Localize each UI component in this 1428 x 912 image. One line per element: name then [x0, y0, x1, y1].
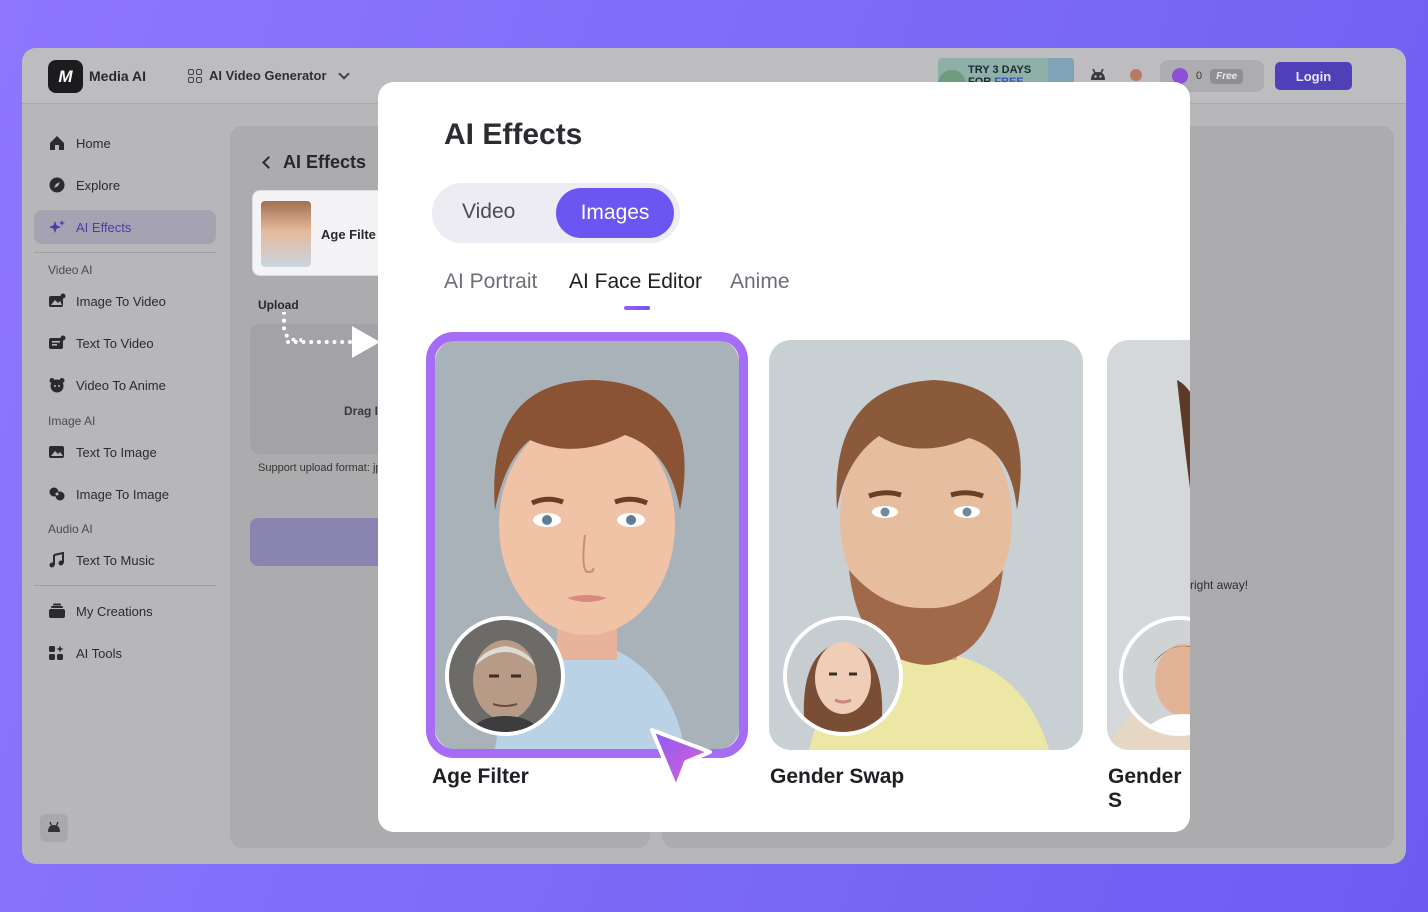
back-arrow-icon[interactable] [262, 156, 275, 169]
selected-card-highlight [426, 332, 748, 758]
sidebar-item-label: AI Tools [76, 645, 123, 661]
sidebar-item-text-to-image[interactable]: Text To Image [34, 435, 216, 469]
sparkle-icon [49, 220, 65, 233]
card-label-gender-swap: Gender Swap [770, 765, 905, 788]
sidebar-item-label: Video To Anime [76, 377, 166, 393]
sidebar-divider [34, 252, 216, 253]
section-label-audio-ai: Audio AI [48, 522, 93, 536]
grid-icon [188, 68, 202, 83]
sidebar-item-label: Text To Music [76, 552, 155, 568]
text-image-icon [49, 446, 64, 458]
segment-images[interactable]: Images [556, 188, 674, 238]
music-icon [49, 552, 64, 568]
card-label-age-filter: Age Filter [432, 765, 529, 788]
tools-icon [49, 645, 64, 660]
card-label-gender-swap-2: Gender S [1108, 765, 1182, 812]
modal-title: AI Effects [444, 118, 583, 151]
notification-icon[interactable] [1130, 69, 1142, 81]
section-label-image-ai: Image AI [48, 414, 96, 428]
compass-icon [49, 177, 65, 193]
pointer-cursor-icon [650, 728, 712, 790]
text-video-icon [49, 335, 66, 349]
plan-badge: Free [1210, 68, 1244, 84]
creations-icon [49, 603, 65, 618]
tab-anime[interactable]: Anime [730, 270, 790, 294]
sidebar-item-label: Home [76, 135, 111, 151]
selected-effect-name: Age Filte [321, 227, 376, 242]
segment-video[interactable]: Video [462, 200, 515, 224]
panel-title: AI Effects [283, 152, 367, 172]
sidebar-item-image-to-image[interactable]: Image To Image [34, 477, 216, 511]
anime-icon [49, 378, 65, 393]
upload-label: Upload [258, 298, 299, 312]
app-logo[interactable]: M [48, 60, 83, 93]
effect-thumbnail [261, 201, 311, 267]
chevron-down-icon [337, 67, 350, 80]
sidebar-item-label: My Creations [76, 603, 153, 619]
image-video-icon [49, 293, 66, 307]
sidebar-item-video-to-anime[interactable]: Video To Anime [34, 368, 216, 402]
sidebar-item-label: Text To Image [76, 444, 157, 460]
media-type-switch: Video Images [432, 183, 680, 243]
home-icon [50, 136, 64, 150]
female-result-avatar [783, 616, 903, 736]
credit-count: 0 [1196, 70, 1203, 82]
sidebar-item-ai-effects[interactable]: AI Effects [34, 210, 216, 244]
ai-effects-modal: AI Effects Video Images AI Portrait AI F… [378, 82, 1190, 832]
sidebar-item-label: Text To Video [76, 335, 154, 351]
sidebar-item-label: Image To Image [76, 486, 169, 502]
section-label-video-ai: Video AI [48, 263, 93, 277]
product-selector-label: AI Video Generator [209, 68, 327, 83]
upload-format-note: Support upload format: jp [258, 462, 382, 474]
image-image-icon [49, 487, 65, 501]
effect-card-gender-swap[interactable] [769, 340, 1083, 750]
sidebar-item-explore[interactable]: Explore [34, 168, 216, 202]
sidebar-item-my-creations[interactable]: My Creations [34, 594, 216, 628]
sidebar-item-label: Image To Video [76, 293, 166, 309]
sidebar-divider [34, 585, 216, 586]
sidebar-item-ai-tools[interactable]: AI Tools [34, 636, 216, 670]
flow-arrow-line [282, 312, 302, 342]
effect-card-gender-swap-2[interactable] [1107, 340, 1190, 750]
app-name: Media AI [89, 68, 147, 84]
sidebar-item-text-to-video[interactable]: Text To Video [34, 326, 216, 360]
sidebar-item-label: Explore [76, 177, 121, 193]
sidebar-item-label: AI Effects [76, 219, 132, 235]
trial-line1: TRY 3 DAYS [968, 64, 1032, 76]
product-selector[interactable]: AI Video Generator [188, 67, 350, 83]
sidebar-item-image-to-video[interactable]: Image To Video [34, 284, 216, 318]
android-app-button[interactable] [40, 814, 68, 842]
panel-header[interactable]: AI Effects [262, 152, 367, 173]
tab-ai-face-editor[interactable]: AI Face Editor [569, 270, 702, 294]
android-icon [48, 821, 60, 832]
drop-zone-text: Drag I [344, 404, 379, 418]
sidebar-item-home[interactable]: Home [34, 126, 216, 160]
flow-arrow-line [286, 340, 352, 344]
login-button[interactable]: Login [1275, 62, 1352, 90]
sidebar: Home Explore AI Effects Video AI Image T… [22, 104, 228, 864]
sidebar-item-text-to-music[interactable]: Text To Music [34, 543, 216, 577]
result-hint-text: right away! [1190, 578, 1249, 592]
flow-arrow-head [352, 326, 380, 358]
tab-ai-portrait[interactable]: AI Portrait [444, 270, 537, 294]
active-tab-indicator [624, 306, 650, 310]
